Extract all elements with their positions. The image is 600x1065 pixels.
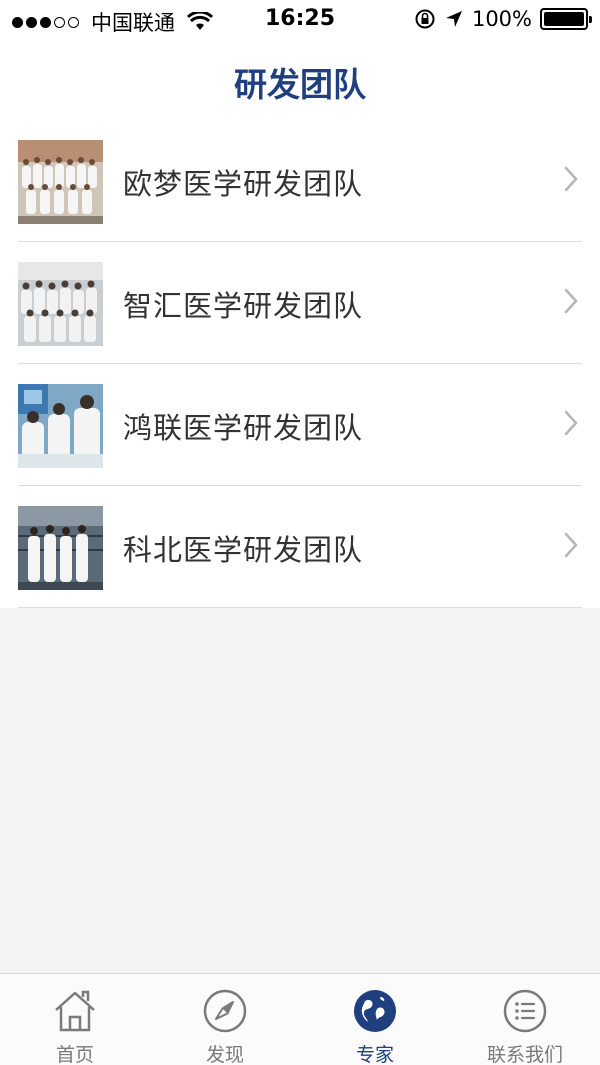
- globe-icon: [354, 990, 396, 1032]
- list-icon: [503, 989, 547, 1033]
- tab-discover-label: 发现: [205, 1044, 244, 1065]
- tab-bar: 首页 发现 专家 联系我们: [0, 973, 600, 1065]
- team-name: 智汇医学研发团队: [123, 289, 364, 323]
- navigation-bar: 研发团队: [0, 40, 600, 120]
- chevron-right-icon: [564, 532, 578, 558]
- location-arrow-icon: [445, 11, 462, 27]
- tab-contact[interactable]: 联系我们: [450, 974, 600, 1065]
- rotation-lock-icon: [415, 9, 435, 29]
- tab-experts-label: 专家: [355, 1044, 394, 1065]
- list-item[interactable]: 科北医学研发团队: [0, 486, 600, 608]
- team-name: 欧梦医学研发团队: [123, 167, 364, 201]
- tab-discover[interactable]: 发现: [150, 974, 300, 1065]
- tab-experts[interactable]: 专家: [300, 974, 450, 1065]
- list-item[interactable]: 鸿联医学研发团队: [0, 364, 600, 486]
- chevron-right-icon: [564, 410, 578, 436]
- list-item[interactable]: 智汇医学研发团队: [0, 242, 600, 364]
- home-icon: [55, 990, 95, 1032]
- team-photo-icon: [18, 140, 103, 224]
- tab-home[interactable]: 首页: [0, 974, 150, 1065]
- tab-contact-label: 联系我们: [486, 1044, 563, 1065]
- team-name: 科北医学研发团队: [123, 533, 364, 567]
- compass-icon: [203, 989, 247, 1033]
- row-divider: [18, 607, 582, 608]
- list-item[interactable]: 欧梦医学研发团队: [0, 120, 600, 242]
- status-right: 100%: [414, 7, 592, 31]
- team-photo-icon: [18, 384, 103, 468]
- team-name: 鸿联医学研发团队: [123, 411, 364, 445]
- team-list: 欧梦医学研发团队 智汇医学研发团队 鸿联医学研发团队 科北医学研发团队: [0, 120, 600, 608]
- page-title: 研发团队: [234, 65, 366, 104]
- battery-percent: 100%: [471, 7, 532, 31]
- battery-icon: [540, 8, 592, 30]
- team-photo-icon: [18, 506, 103, 590]
- battery-fill: [544, 12, 584, 26]
- chevron-right-icon: [564, 166, 578, 192]
- tab-home-label: 首页: [55, 1044, 94, 1065]
- chevron-right-icon: [564, 288, 578, 314]
- status-bar: 中国联通 16:25 100%: [0, 0, 600, 40]
- team-photo-icon: [18, 262, 103, 346]
